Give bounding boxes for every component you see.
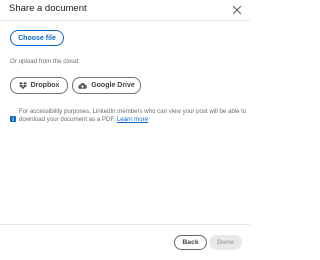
- dropbox-icon: [18, 82, 27, 89]
- dropbox-label: Dropbox: [30, 82, 60, 89]
- cloud-icon: [78, 82, 88, 90]
- dialog-header: Share a document: [0, 0, 250, 21]
- dropbox-button[interactable]: Dropbox: [10, 77, 68, 94]
- back-label: Back: [182, 239, 199, 246]
- dialog-title: Share a document: [9, 3, 87, 14]
- learn-more-link[interactable]: Learn more: [117, 116, 148, 123]
- google-drive-button[interactable]: Google Drive: [72, 77, 141, 94]
- choose-file-button[interactable]: Choose file: [10, 30, 64, 46]
- info-icon: [10, 109, 16, 122]
- google-drive-label: Google Drive: [91, 82, 135, 89]
- back-button[interactable]: Back: [174, 235, 207, 250]
- dialog-footer: Back Done: [0, 224, 250, 260]
- cloud-upload-label: Or upload from the cloud:: [10, 58, 80, 65]
- done-label: Done: [217, 239, 234, 246]
- choose-file-label: Choose file: [18, 34, 56, 42]
- notice-text-block: For accessibility purposes, LinkedIn mem…: [19, 108, 247, 124]
- done-button[interactable]: Done: [209, 235, 242, 250]
- close-icon[interactable]: [231, 4, 243, 16]
